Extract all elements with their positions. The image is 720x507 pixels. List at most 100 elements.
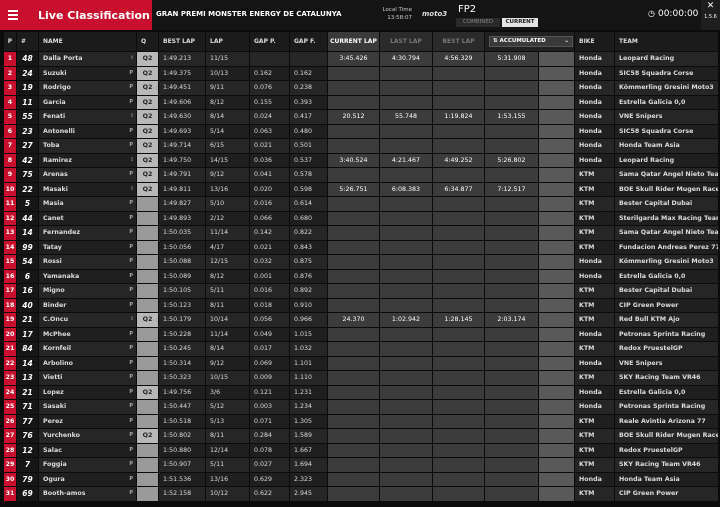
team-name: Sterilgarda Max Racing Team [614,210,719,226]
position-cell: 10 [3,181,17,197]
table-row[interactable]: 19 21 C.Oncu ⁝ Q2 1:50.179 10/14 0.056 0.966 24.3… [3,312,719,328]
table-row[interactable]: 7 27 Toba P Q2 1:49.714 6/15 0.021 0.501 Honda Hon… [3,138,719,154]
sector-2 [379,268,433,284]
rider-number: 13 [16,370,39,386]
table-row[interactable]: 25 71 Sasaki P 1:50.447 5/12 0.003 1.234 Honda Pe… [3,399,719,415]
table-row[interactable]: 26 77 Perez P 1:50.518 5/13 0.071 1.305 KTM Reale… [3,413,719,429]
table-row[interactable]: 20 17 McPhee P 1:50.228 11/14 0.049 1.015 Honda P… [3,326,719,342]
sector-4: 5:31.908 [484,51,539,67]
table-row[interactable]: 12 44 Canet P 1:49.893 2/12 0.066 0.680 KTM Steri… [3,210,719,226]
sector-final [538,341,575,357]
table-row[interactable]: 16 6 Yamanaka P 1:50.089 8/12 0.001 0.876 Honda E… [3,268,719,284]
table-row[interactable]: 17 16 Migno P 1:50.105 5/11 0.016 0.892 KTM Beste… [3,283,719,299]
sector-1: 3:40.524 [327,152,380,168]
table-row[interactable]: 3 19 Rodrigo P Q2 1:49.451 9/11 0.076 0.238 Honda… [3,80,719,96]
rider-name-text: C.Oncu [43,316,69,324]
tab-current-lap[interactable]: CURRENT LAP [327,31,380,52]
table-row[interactable]: 4 11 Garcia P Q2 1:49.606 8/12 0.155 0.393 Honda E… [3,94,719,110]
col-name[interactable]: NAME [38,31,137,52]
sector-2: 4:21.467 [379,152,433,168]
rider-number: 6 [16,268,39,284]
qualified-cell [136,442,159,458]
table-row[interactable]: 31 69 Booth-amos P 1:52.158 10/12 0.622 2.945 KT… [3,486,719,502]
col-team[interactable]: TEAM [614,31,719,52]
sector-3 [432,94,485,110]
rider-number: 77 [16,413,39,429]
close-icon[interactable]: ✕ [701,0,720,12]
position-cell: 28 [3,442,17,458]
qualified-cell: Q2 [136,109,159,125]
table-row[interactable]: 10 22 Masaki ⁝ Q2 1:49.811 13/16 0.020 0.598 5:26… [3,181,719,197]
gap-previous: 0.027 [249,457,290,473]
col-q[interactable]: Q [136,31,159,52]
lap-count: 10/13 [205,65,250,81]
col-bike[interactable]: BIKE [574,31,615,52]
sector-final [538,283,575,299]
local-time-label: Local Time [382,7,412,13]
table-row[interactable]: 2 24 Suzuki P Q2 1:49.375 10/13 0.162 0.162 Honda… [3,65,719,81]
table-row[interactable]: 11 5 Masia P 1:49.827 5/10 0.016 0.614 KTM Bester… [3,196,719,212]
gap-first: 1.589 [289,428,328,444]
rider-name: Dalla Porta ⁝ [38,51,137,67]
sector-4 [484,254,539,270]
table-row[interactable]: 18 40 Binder P 1:50.123 8/11 0.018 0.910 KTM CIP … [3,297,719,313]
rider-name: Masaki ⁝ [38,181,137,197]
qualified-cell: Q2 [136,152,159,168]
team-name: VNE Snipers [614,109,719,125]
sector-2 [379,384,433,400]
col-pos[interactable]: P [3,31,17,52]
table-row[interactable]: 15 54 Rossi P 1:50.088 12/15 0.032 0.875 Honda Kö… [3,254,719,270]
col-gap-p[interactable]: GAP P. [249,31,290,52]
sector-4: 7:12.517 [484,181,539,197]
menu-icon[interactable] [8,8,18,22]
table-row[interactable]: 21 84 Kornfeil P 1:50.245 8/14 0.017 1.032 KTM Re… [3,341,719,357]
accumulated-select[interactable]: ⇅ ACCUMULATED ⌄ [489,36,573,47]
position-cell: 1 [3,51,17,67]
rider-number: 21 [16,384,39,400]
table-row[interactable]: 24 21 Lopez P Q2 1:49.756 3/6 0.121 1.231 Honda Es… [3,384,719,400]
gap-previous: 0.016 [249,283,290,299]
qualified-cell: Q2 [136,94,159,110]
col-gap-f[interactable]: GAP F. [289,31,328,52]
table-row[interactable]: 6 23 Antonelli P Q2 1:49.693 5/14 0.063 0.480 Hon… [3,123,719,139]
table-row[interactable]: 14 99 Tatay P 1:50.056 4/17 0.021 0.843 KTM Funda… [3,239,719,255]
combined-toggle[interactable]: COMBINED [456,18,500,27]
table-row[interactable]: 23 13 Vietti P 1:50.323 10/15 0.009 1.110 KTM SKY… [3,370,719,386]
tab-best-lap[interactable]: BEST LAP [432,31,485,52]
table-row[interactable]: 13 14 Fernandez P 1:50.035 11/14 0.142 0.822 KTM… [3,225,719,241]
table-row[interactable]: 29 7 Foggia P 1:50.907 5/11 0.027 1.694 KTM SKY R… [3,457,719,473]
team-name: SIC58 Squadra Corse [614,123,719,139]
position-cell: 22 [3,355,17,371]
table-row[interactable]: 5 55 Fenati ⁝ Q2 1:49.630 8/14 0.024 0.417 20.512… [3,109,719,125]
table-row[interactable]: 27 76 Yurchenko P Q2 1:50.802 8/11 0.284 1.589 KT… [3,428,719,444]
table-row[interactable]: 22 14 Arbolino P 1:50.314 9/12 0.069 1.101 Honda… [3,355,719,371]
sector-3: 6:34.877 [432,181,485,197]
col-lap[interactable]: LAP [205,31,250,52]
qualified-cell [136,210,159,226]
table-row[interactable]: 30 79 Ogura P 1:51.536 13/16 0.629 2.323 Honda Ho… [3,471,719,487]
sector-1 [327,457,380,473]
best-lap-time: 1:49.213 [158,51,206,67]
table-row[interactable]: 1 48 Dalla Porta ⁝ Q2 1:49.213 11/15 3:45.426 4:… [3,51,719,67]
sector-final [538,239,575,255]
tab-last-lap[interactable]: LAST LAP [379,31,433,52]
current-toggle[interactable]: CURRENT [502,18,538,27]
sector-final [538,428,575,444]
sector-final [538,196,575,212]
table-row[interactable]: 8 42 Ramirez ⁝ Q2 1:49.750 14/15 0.036 0.537 3:40… [3,152,719,168]
pit-flag: P [129,475,133,482]
table-row[interactable]: 28 12 Salac P 1:50.880 12/14 0.078 1.667 KTM Redo… [3,442,719,458]
table-row[interactable]: 9 75 Arenas P Q2 1:49.791 9/12 0.041 0.578 KTM Sam… [3,167,719,183]
sector-2 [379,399,433,415]
best-lap-time: 1:50.123 [158,297,206,313]
gap-previous: 0.049 [249,326,290,342]
bike-make: KTM [574,297,615,313]
sector-3 [432,80,485,96]
pit-flag: ⁝ [131,156,133,163]
sector-final [538,210,575,226]
sector-final [538,471,575,487]
col-best-lap[interactable]: BEST LAP [158,31,206,52]
position-cell: 8 [3,152,17,168]
best-lap-time: 1:51.536 [158,471,206,487]
col-number[interactable]: # [16,31,39,52]
